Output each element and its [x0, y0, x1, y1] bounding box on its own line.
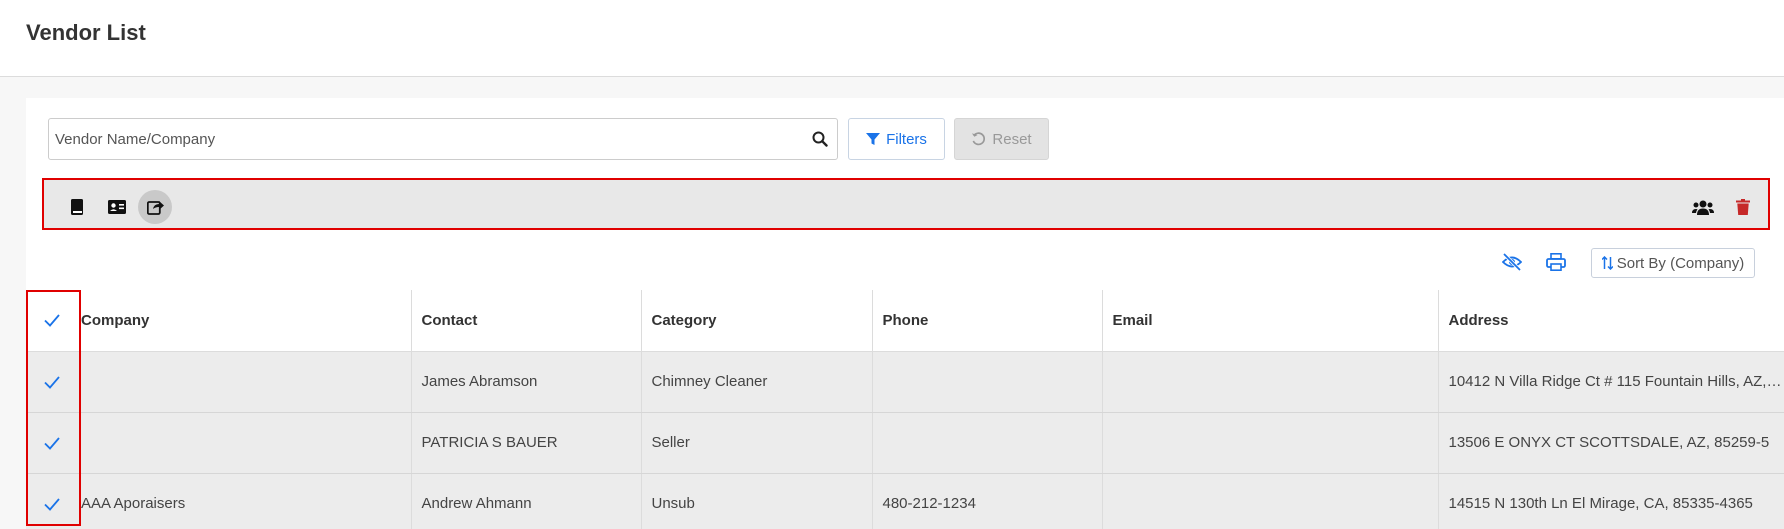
cell-email	[1102, 412, 1439, 474]
export-button[interactable]	[138, 190, 172, 224]
check-icon	[44, 314, 60, 328]
vendor-table: Company Contact Category Phone Email Add…	[26, 290, 1784, 529]
filter-icon	[866, 133, 881, 145]
cell-contact: PATRICIA S BAUER	[411, 412, 642, 474]
bulk-action-toolbar	[42, 178, 1770, 230]
search-icon[interactable]	[812, 131, 828, 147]
row-checkbox[interactable]	[26, 412, 78, 474]
cell-phone: 480-212-1234	[872, 473, 1103, 529]
book-icon	[71, 199, 83, 215]
share-export-icon	[146, 201, 164, 215]
cell-contact: Andrew Ahmann	[411, 473, 642, 529]
undo-icon	[972, 131, 986, 145]
select-all-checkbox[interactable]	[26, 290, 78, 352]
cell-address: 10412 N Villa Ridge Ct # 115 Fountain Hi…	[1438, 351, 1784, 413]
sort-by-label: Sort By (Company)	[1616, 254, 1745, 272]
column-header-address[interactable]: Address	[1438, 290, 1784, 352]
column-header-company[interactable]: Company	[78, 290, 412, 352]
print-icon[interactable]	[1546, 253, 1566, 271]
check-icon	[44, 375, 60, 389]
cell-contact: James Abramson	[411, 351, 642, 413]
table-row[interactable]: AAA Aporaisers Andrew Ahmann Unsub 480-2…	[26, 473, 1784, 529]
cell-company: AAA Aporaisers	[78, 473, 412, 529]
cell-category: Unsub	[641, 473, 873, 529]
address-book-button[interactable]	[60, 190, 94, 224]
table-header-row: Company Contact Category Phone Email Add…	[26, 290, 1784, 352]
search-box[interactable]	[48, 118, 838, 160]
reset-button-label: Reset	[992, 130, 1032, 148]
cell-email	[1102, 473, 1439, 529]
cell-address: 13506 E ONYX CT SCOTTSDALE, AZ, 85259-5	[1438, 412, 1784, 474]
cell-phone	[872, 412, 1103, 474]
column-header-email[interactable]: Email	[1102, 290, 1439, 352]
cell-company	[78, 351, 412, 413]
column-header-category[interactable]: Category	[641, 290, 873, 352]
cell-category: Seller	[641, 412, 873, 474]
trash-icon	[1736, 199, 1750, 215]
sort-by-button[interactable]: Sort By (Company)	[1591, 248, 1755, 278]
check-icon	[44, 497, 60, 511]
search-input[interactable]	[49, 119, 789, 159]
check-icon	[44, 436, 60, 450]
sort-icon	[1601, 256, 1613, 270]
page-header: Vendor List	[0, 0, 1784, 77]
delete-button[interactable]	[1726, 190, 1760, 224]
group-users-button[interactable]	[1686, 190, 1720, 224]
users-group-icon	[1692, 200, 1714, 215]
vendor-list-card: Filters Reset Sort By (Compan	[26, 98, 1784, 529]
cell-category: Chimney Cleaner	[641, 351, 873, 413]
column-header-phone[interactable]: Phone	[872, 290, 1103, 352]
table-row[interactable]: James Abramson Chimney Cleaner 10412 N V…	[26, 351, 1784, 413]
table-row[interactable]: PATRICIA S BAUER Seller 13506 E ONYX CT …	[26, 412, 1784, 474]
contact-card-button[interactable]	[100, 190, 134, 224]
hide-columns-icon[interactable]	[1502, 253, 1522, 271]
cell-email	[1102, 351, 1439, 413]
reset-button[interactable]: Reset	[954, 118, 1049, 160]
filters-button[interactable]: Filters	[848, 118, 945, 160]
page-title: Vendor List	[26, 20, 146, 45]
row-checkbox[interactable]	[26, 473, 78, 529]
contact-card-icon	[108, 200, 126, 214]
cell-phone	[872, 351, 1103, 413]
filters-button-label: Filters	[886, 130, 927, 148]
row-checkbox[interactable]	[26, 351, 78, 413]
cell-address: 14515 N 130th Ln El Mirage, CA, 85335-43…	[1438, 473, 1784, 529]
column-header-contact[interactable]: Contact	[411, 290, 642, 352]
cell-company	[78, 412, 412, 474]
